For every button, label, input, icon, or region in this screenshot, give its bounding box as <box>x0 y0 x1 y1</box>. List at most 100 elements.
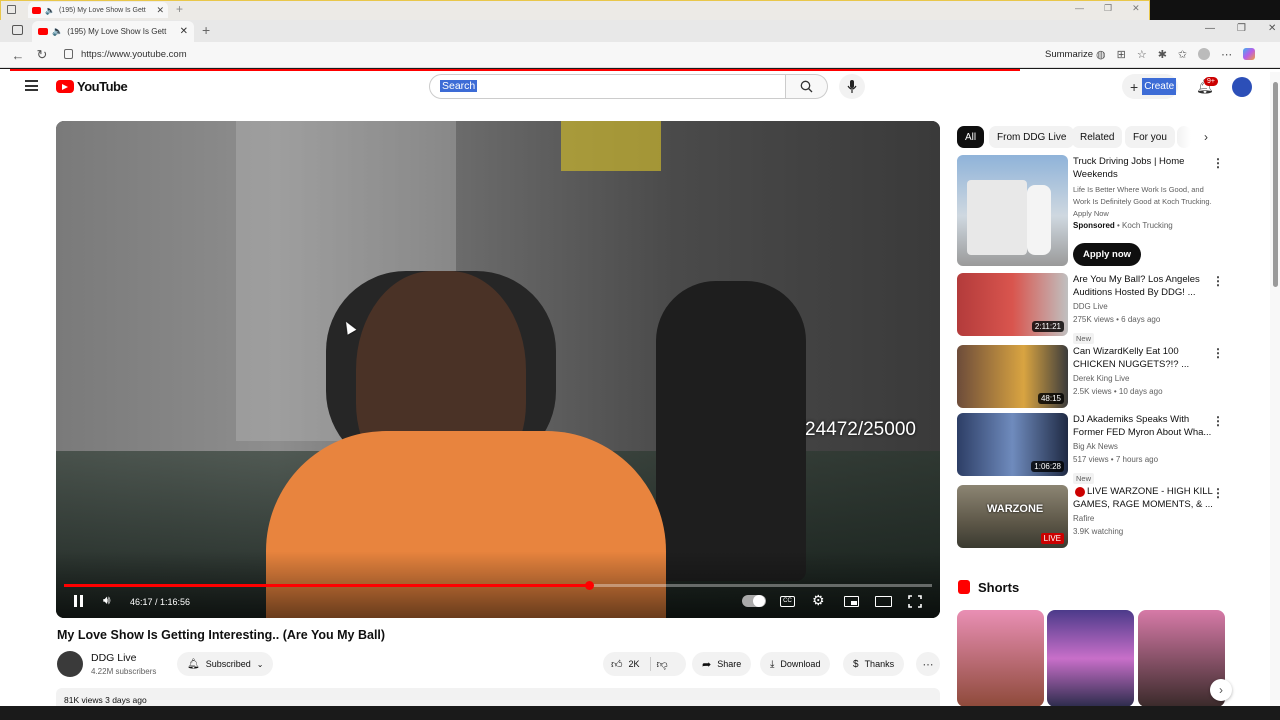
rec-channel[interactable]: Big Ak News <box>1073 441 1213 453</box>
hamburger-menu-icon[interactable] <box>25 80 38 91</box>
rec-more-icon[interactable]: ⋮ <box>1212 274 1224 288</box>
chip-for-you[interactable]: For you <box>1125 126 1175 148</box>
minimize-icon[interactable]: — <box>1205 23 1215 34</box>
channel-name[interactable]: DDG Live <box>91 652 137 664</box>
close-window-icon[interactable]: ✕ <box>1132 3 1140 14</box>
thanks-label: Thanks <box>864 659 895 669</box>
favorites-icon[interactable]: ✩ <box>1178 48 1187 61</box>
miniplayer-icon[interactable] <box>844 596 859 607</box>
rec-channel[interactable]: DDG Live <box>1073 301 1213 313</box>
more-actions-icon[interactable]: ⋯ <box>916 652 940 676</box>
search-button[interactable] <box>786 74 828 99</box>
download-button[interactable]: ⤓ Download <box>760 652 831 676</box>
copilot-icon[interactable] <box>1243 48 1256 60</box>
rec-thumbnail[interactable]: WARZONE LIVE <box>957 485 1068 548</box>
chip-partial[interactable] <box>1177 126 1191 148</box>
restore-icon[interactable]: ❐ <box>1237 23 1246 34</box>
rec-meta: 275K views • 6 days ago <box>1073 315 1161 324</box>
dislike-icon[interactable]: 👎︎ <box>657 658 668 671</box>
chips-next-chevron-icon[interactable]: › <box>1204 130 1208 144</box>
close-window-icon[interactable]: ✕ <box>1268 23 1276 34</box>
browser-tab[interactable]: 🔈 (195) My Love Show Is Gett ✕ <box>32 21 194 42</box>
bookmark-star-icon[interactable]: ☆ <box>1137 48 1147 61</box>
captions-icon[interactable]: CC <box>780 596 795 607</box>
site-info-icon[interactable] <box>64 49 73 59</box>
volume-icon[interactable]: 🔊︎ <box>103 593 111 608</box>
close-tab-icon[interactable]: ✕ <box>180 26 188 37</box>
new-tab-icon[interactable]: + <box>176 2 183 16</box>
rec-channel[interactable]: Derek King Live <box>1073 373 1213 385</box>
page-load-progress <box>10 69 1020 71</box>
views-and-date: 81K views 3 days ago <box>64 695 147 705</box>
tab-actions-icon[interactable] <box>12 25 23 35</box>
outer-tab-title: (195) My Love Show Is Gett <box>58 6 146 14</box>
close-tab-icon[interactable]: ✕ <box>156 5 164 16</box>
outer-tab[interactable]: 🔈 (195) My Love Show Is Gett ✕ <box>28 2 168 18</box>
account-avatar[interactable] <box>1232 77 1252 97</box>
page-scrollbar[interactable] <box>1270 72 1280 706</box>
reload-icon[interactable]: ↻ <box>34 47 50 63</box>
menu-dots-icon[interactable]: ⋯ <box>1221 48 1232 61</box>
rec-meta: 517 views • 7 hours ago <box>1073 455 1159 464</box>
outer-tab-actions-icon[interactable] <box>7 5 16 14</box>
chip-all[interactable]: All <box>957 126 985 148</box>
stream-goal-counter: 24472/25000 <box>805 419 916 440</box>
chip-related[interactable]: Related <box>1072 126 1123 148</box>
autoplay-toggle[interactable] <box>742 595 766 607</box>
video-player[interactable]: 24472/25000 🔊︎ 46:17 / 1:16:56 CC ⚙ <box>56 121 940 618</box>
rec-more-icon[interactable]: ⋮ <box>1212 346 1224 360</box>
back-icon[interactable]: ← <box>10 47 26 63</box>
search-icon <box>800 80 813 93</box>
new-tab-icon[interactable]: + <box>202 22 210 38</box>
rec-title[interactable]: Can WizardKelly Eat 100 CHICKEN NUGGETS?… <box>1073 345 1213 371</box>
youtube-logo[interactable]: YouTube <box>56 79 128 94</box>
apps-icon[interactable]: ⊞ <box>1117 48 1126 61</box>
channel-avatar[interactable] <box>57 651 83 677</box>
rec-more-icon[interactable]: ⋮ <box>1212 414 1224 428</box>
thanks-button[interactable]: $ Thanks <box>843 652 905 676</box>
minimize-icon[interactable]: — <box>1075 3 1084 14</box>
rec-channel[interactable]: Rafire <box>1073 513 1213 525</box>
ad-title[interactable]: Truck Driving Jobs | Home Weekends <box>1073 155 1213 181</box>
like-icon[interactable]: 👍︎ <box>611 658 623 671</box>
chip-from-ddg-live[interactable]: From DDG Live <box>989 126 1075 148</box>
url-field[interactable]: https://www.youtube.com <box>81 49 187 60</box>
browser-toolbar-icons: ◍ ⊞ ☆ ✱ ✩ ⋯ <box>1096 48 1256 61</box>
search-input[interactable]: Search <box>429 74 786 99</box>
ad-more-icon[interactable]: ⋮ <box>1212 156 1224 170</box>
scrollbar-thumb[interactable] <box>1273 82 1278 287</box>
apply-now-button[interactable]: Apply now <box>1073 243 1142 266</box>
short-thumbnail[interactable] <box>957 610 1044 707</box>
rec-more-icon[interactable]: ⋮ <box>1212 486 1224 500</box>
rec-thumbnail[interactable]: 48:15 <box>957 345 1068 408</box>
profile-avatar-icon[interactable] <box>1198 48 1211 60</box>
rec-title[interactable]: Are You My Ball? Los Angeles Auditions H… <box>1073 273 1213 299</box>
settings-gear-icon[interactable]: ⚙ <box>812 592 825 609</box>
theater-mode-icon[interactable] <box>875 596 892 607</box>
subscribed-button[interactable]: 🔔︎ Subscribed ⌄ <box>177 652 274 676</box>
voice-search-button[interactable] <box>839 74 865 99</box>
extensions-icon[interactable]: ✱ <box>1158 48 1167 61</box>
ad-truck <box>967 180 1027 255</box>
share-button[interactable]: ➦ Share <box>692 652 752 676</box>
ad-sponsor-line: Sponsored • Koch Trucking <box>1073 221 1173 230</box>
video-poster <box>561 121 661 171</box>
rec-thumbnail[interactable]: 1:06:28 <box>957 413 1068 476</box>
warzone-art: WARZONE <box>987 503 1044 515</box>
subscribed-label: Subscribed <box>205 659 251 669</box>
pause-button[interactable] <box>74 595 83 607</box>
rec-title[interactable]: LIVE WARZONE - HIGH KILL GAMES, RAGE MOM… <box>1073 485 1213 511</box>
rec-title[interactable]: DJ Akademiks Speaks With Former FED Myro… <box>1073 413 1213 439</box>
progress-track[interactable] <box>64 581 932 590</box>
ad-thumbnail[interactable] <box>957 155 1068 266</box>
progress-played <box>64 584 590 587</box>
shorts-next-chevron-icon[interactable]: › <box>1210 679 1232 701</box>
translate-icon[interactable]: ◍ <box>1096 48 1106 61</box>
fullscreen-icon[interactable] <box>908 595 922 608</box>
summarize-button[interactable]: Summarize <box>1045 49 1093 60</box>
restore-icon[interactable]: ❐ <box>1104 3 1112 14</box>
rec-thumbnail[interactable]: 2:11:21 <box>957 273 1068 336</box>
description-box[interactable]: 81K views 3 days ago <box>56 688 940 706</box>
short-thumbnail[interactable] <box>1047 610 1134 707</box>
create-button[interactable]: + Create <box>1122 74 1178 99</box>
